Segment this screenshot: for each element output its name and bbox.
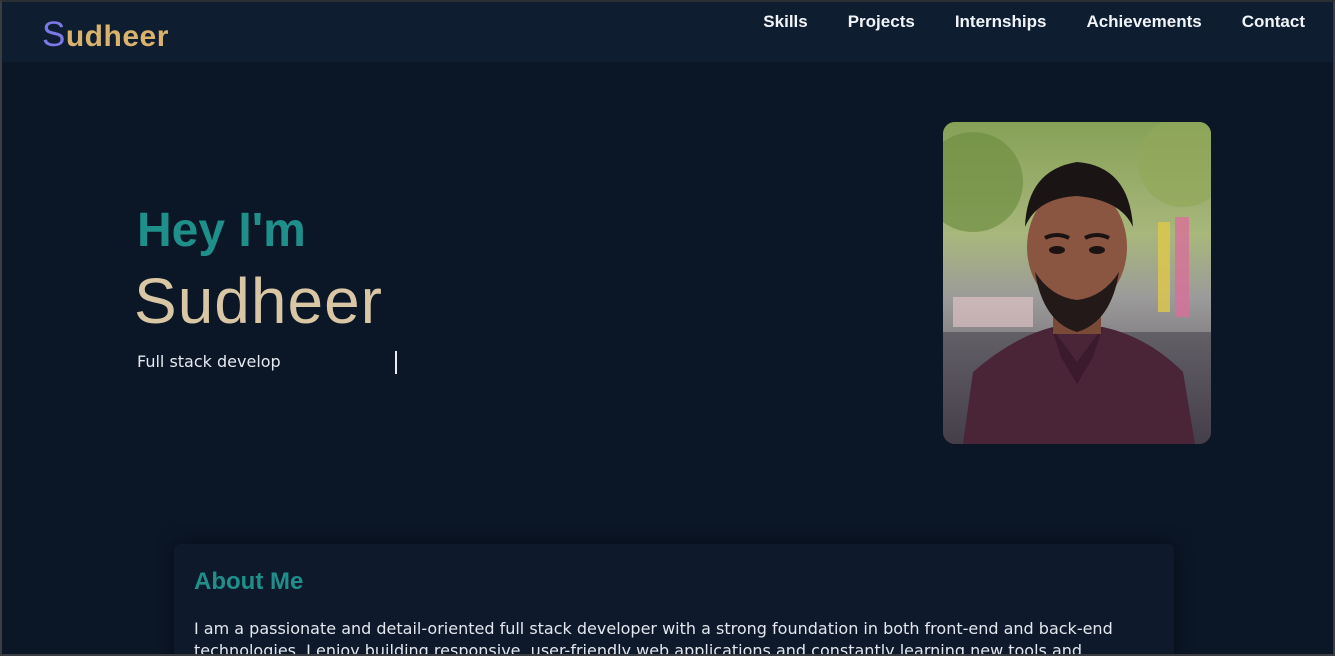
navbar: Sudheer Skills Projects Internships Achi… xyxy=(2,2,1333,62)
nav-link-internships[interactable]: Internships xyxy=(955,10,1047,34)
typing-cursor xyxy=(395,351,397,374)
hero-greeting: Hey I'm xyxy=(137,204,306,257)
about-title: About Me xyxy=(194,568,304,595)
about-text: I am a passionate and detail-oriented fu… xyxy=(194,619,1113,656)
hero-name: Sudheer xyxy=(134,266,383,336)
nav-link-achievements[interactable]: Achievements xyxy=(1086,10,1201,34)
typed-role-text: Full stack develop xyxy=(137,352,281,371)
nav-link-projects[interactable]: Projects xyxy=(848,10,915,34)
logo-text: udheer xyxy=(65,20,169,53)
profile-photo xyxy=(943,122,1211,444)
nav-link-contact[interactable]: Contact xyxy=(1242,10,1305,34)
hero-name-text: Sudheer xyxy=(134,265,383,337)
logo-initial: S xyxy=(42,15,66,54)
page-frame: Sudheer Skills Projects Internships Achi… xyxy=(0,0,1335,656)
logo[interactable]: Sudheer xyxy=(42,12,169,59)
nav-links: Skills Projects Internships Achievements… xyxy=(763,10,1305,34)
profile-photo-illustration xyxy=(943,122,1211,444)
nav-link-skills[interactable]: Skills xyxy=(763,10,807,34)
about-section: About Me I am a passionate and detail-or… xyxy=(174,544,1174,656)
